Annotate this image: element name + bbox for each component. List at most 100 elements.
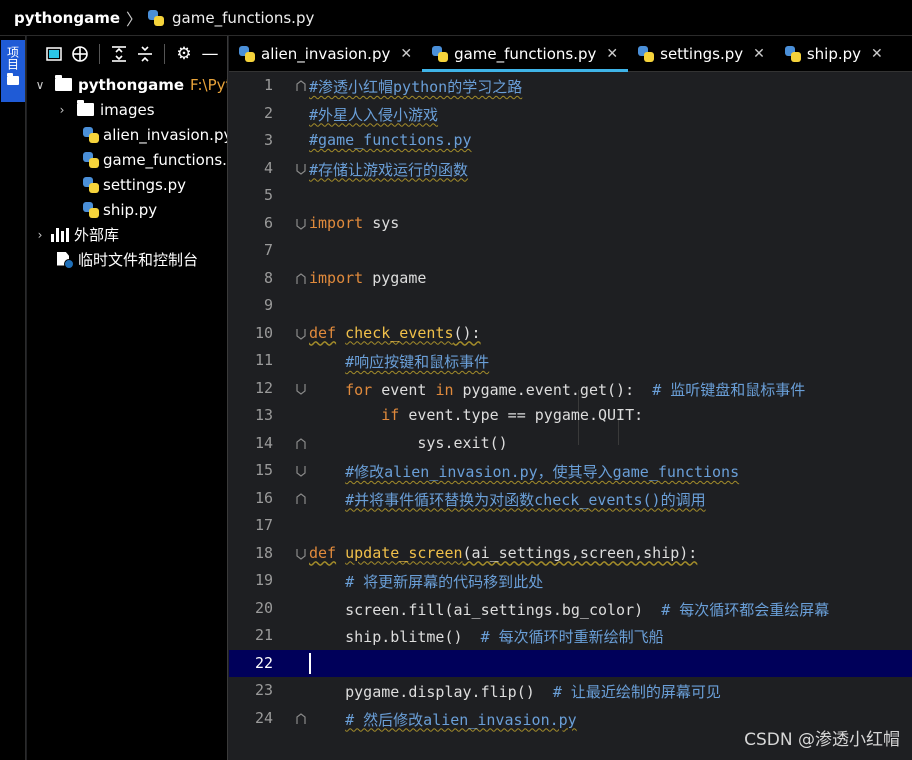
project-toolbar: ⚙ —: [27, 36, 227, 72]
python-file-icon: [784, 46, 801, 62]
tree-item-label: settings.py: [103, 175, 186, 194]
fold-end-icon[interactable]: [296, 712, 306, 725]
code-text: #外星人入侵小游戏: [309, 105, 439, 124]
code-line[interactable]: 7: [229, 237, 912, 265]
line-number: 16: [254, 488, 273, 507]
current-code-line[interactable]: 22: [229, 649, 912, 677]
tree-item-label: ship.py: [103, 200, 158, 219]
python-file-icon: [148, 9, 165, 26]
breadcrumb-file[interactable]: game_functions.py: [172, 9, 314, 27]
fold-end-icon[interactable]: [296, 163, 306, 175]
code-text: #存储让游戏运行的函数: [309, 160, 469, 179]
code-text: import pygame: [309, 268, 427, 287]
close-icon[interactable]: ✕: [606, 46, 618, 62]
python-file-icon: [239, 46, 255, 62]
line-number: 18: [254, 543, 273, 562]
fold-start-icon[interactable]: [296, 218, 306, 230]
code-line[interactable]: 16 #并将事件循环替换为对函数check_events()的调用: [229, 485, 912, 513]
code-line[interactable]: 19 # 将更新屏幕的代码移到此处: [229, 567, 912, 595]
crosshair-icon[interactable]: [67, 41, 93, 67]
tree-item-label: 临时文件和控制台: [78, 251, 199, 269]
code-text: screen.fill(ai_settings.bg_color) # 每次循环…: [345, 600, 830, 619]
code-text: sys.exit(): [417, 433, 508, 452]
close-icon[interactable]: ✕: [871, 46, 883, 62]
code-line[interactable]: 8 import pygame: [229, 265, 912, 293]
tree-root[interactable]: ∨ pythongame F:\Pyt: [33, 72, 227, 97]
code-editor[interactable]: 1 #渗透小红帽python的学习之路 2 #外星人入侵小游戏 3 #game_…: [229, 72, 912, 760]
close-icon[interactable]: ✕: [400, 46, 412, 62]
code-line[interactable]: 20 screen.fill(ai_settings.bg_color) # 每…: [229, 595, 912, 623]
folder-icon: [7, 73, 19, 85]
chevron-right-icon[interactable]: ›: [55, 103, 69, 117]
chevron-down-icon[interactable]: ∨: [33, 78, 47, 92]
tab-alien-invasion[interactable]: alien_invasion.py ✕: [229, 36, 422, 72]
code-line[interactable]: 17: [229, 512, 912, 540]
close-icon[interactable]: ✕: [753, 46, 765, 62]
code-text: #并将事件循环替换为对函数check_events()的调用: [345, 490, 706, 509]
python-file-icon: [83, 201, 99, 218]
watermark: CSDN @渗透小红帽: [744, 730, 900, 750]
editor-tab-bar: alien_invasion.py ✕ game_functions.py ✕ …: [229, 36, 912, 72]
code-text: #game_functions.py: [309, 131, 472, 149]
tree-item-ship[interactable]: ship.py: [83, 197, 157, 222]
code-line[interactable]: 12 for event in pygame.event.get(): # 监听…: [229, 375, 912, 403]
code-line[interactable]: 13 if event.type == pygame.QUIT:: [229, 402, 912, 430]
expand-all-icon[interactable]: [106, 41, 132, 67]
project-tool-tab-label: 项目: [5, 46, 20, 70]
code-text: #修改alien_invasion.py，使其导入game_functions: [345, 463, 740, 481]
code-line[interactable]: 21 ship.blitme() # 每次循环时重新绘制飞船: [229, 622, 912, 650]
tree-item-game-functions[interactable]: game_functions.py: [83, 147, 227, 172]
code-line[interactable]: 11 #响应按键和鼠标事件: [229, 347, 912, 375]
tree-external-libs[interactable]: › 外部库: [33, 222, 119, 247]
tab-settings[interactable]: settings.py ✕: [628, 36, 775, 72]
code-line[interactable]: 18 def update_screen(ai_settings,screen,…: [229, 540, 912, 568]
code-line[interactable]: 6 import sys: [229, 210, 912, 238]
code-text: if event.type == pygame.QUIT:: [381, 406, 644, 424]
line-number: 2: [263, 103, 273, 122]
fold-start-icon[interactable]: [296, 548, 306, 560]
fold-start-icon[interactable]: [296, 80, 306, 92]
python-file-icon: [432, 46, 449, 62]
fold-end-icon[interactable]: [296, 492, 306, 505]
code-line[interactable]: 2 #外星人入侵小游戏: [229, 100, 912, 128]
code-line[interactable]: 5: [229, 182, 912, 210]
project-tool-tab[interactable]: 项目: [1, 40, 25, 102]
fold-end-icon[interactable]: [296, 272, 306, 285]
tree-root-name: pythongame: [78, 75, 185, 94]
line-number: 3: [263, 131, 273, 149]
tree-item-alien-invasion[interactable]: alien_invasion.py: [83, 122, 227, 147]
tree-item-label: images: [100, 100, 155, 119]
tree-item-label: game_functions.py: [103, 150, 227, 169]
code-line[interactable]: 1 #渗透小红帽python的学习之路: [229, 72, 912, 100]
code-line[interactable]: 4 #存储让游戏运行的函数: [229, 155, 912, 183]
fold-end-icon[interactable]: [296, 437, 306, 450]
tree-item-images[interactable]: › images: [55, 97, 155, 122]
code-line[interactable]: 15 #修改alien_invasion.py，使其导入game_functio…: [229, 457, 912, 485]
tree-scratches[interactable]: 临时文件和控制台: [53, 247, 198, 272]
fold-start-icon[interactable]: [296, 383, 306, 395]
breadcrumb-project[interactable]: pythongame: [14, 9, 120, 27]
code-line[interactable]: 14 sys.exit(): [229, 430, 912, 458]
line-number: 6: [263, 213, 273, 232]
toolbar-divider: [99, 44, 100, 64]
fold-start-icon[interactable]: [296, 465, 306, 477]
chevron-right-icon[interactable]: ›: [33, 228, 47, 242]
folder-icon: [77, 100, 94, 116]
tab-game-functions[interactable]: game_functions.py ✕: [422, 36, 629, 72]
line-number: 14: [254, 433, 273, 452]
gear-icon[interactable]: ⚙: [171, 41, 197, 67]
tree-item-settings[interactable]: settings.py: [83, 172, 186, 197]
library-icon: [51, 227, 69, 242]
code-line[interactable]: 9: [229, 292, 912, 320]
minimize-icon[interactable]: —: [197, 41, 223, 67]
code-line[interactable]: 23 pygame.display.flip() # 让最近绘制的屏幕可见: [229, 677, 912, 705]
text-caret: [309, 652, 311, 674]
collapse-all-icon[interactable]: [132, 41, 158, 67]
tab-ship[interactable]: ship.py ✕: [775, 36, 893, 72]
select-opened-file-icon[interactable]: [41, 41, 67, 67]
chevron-right-icon: 〉: [126, 9, 143, 29]
python-file-icon: [83, 126, 99, 143]
code-line[interactable]: 10 def check_events():: [229, 320, 912, 348]
fold-start-icon[interactable]: [296, 328, 306, 340]
code-line[interactable]: 3 #game_functions.py: [229, 127, 912, 155]
